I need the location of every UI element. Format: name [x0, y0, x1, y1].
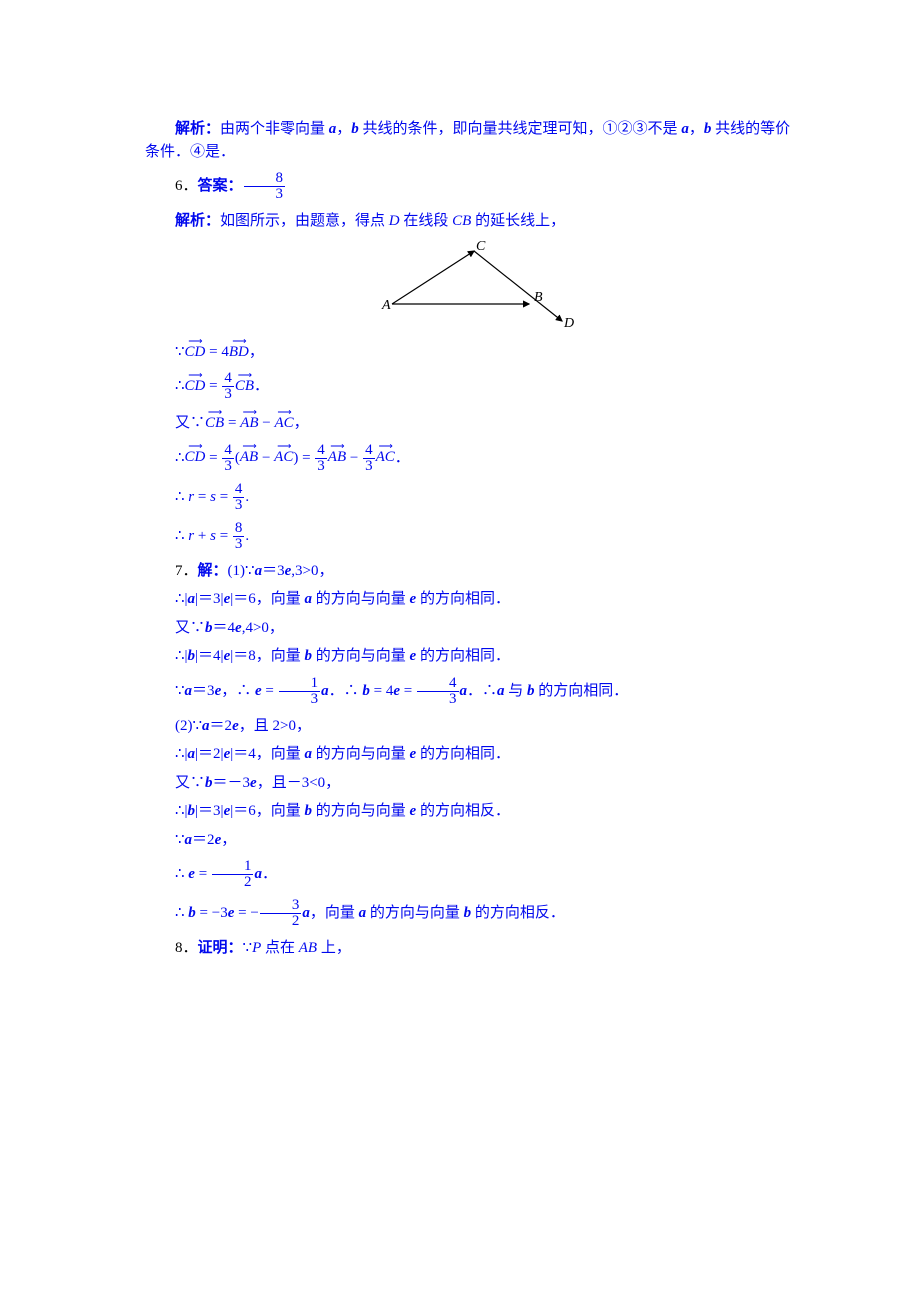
- svg-text:D: D: [563, 316, 574, 329]
- q7-p1-l2: ∴|a|＝3|e|＝6，向量 a 的方向与向量 e 的方向相同．: [145, 588, 802, 611]
- svg-text:C: C: [476, 239, 486, 254]
- svg-text:A: A: [381, 298, 391, 313]
- q7-p2-l5: ∵a＝2e，: [145, 829, 802, 852]
- q7-p1-l4: ∴|b|＝4|e|＝8，向量 b 的方向与向量 e 的方向相同．: [145, 645, 802, 668]
- q6-rs: ∴ r = s = 43.: [145, 482, 802, 513]
- svg-text:B: B: [534, 290, 543, 305]
- q6-diagram: A B C D: [145, 239, 802, 329]
- q7-p1-l3: 又∵b＝4e,4>0，: [145, 617, 802, 640]
- q7-p1-l5: ∵a＝3e，∴ e = 13a．∴ b = 4e = 43a．∴a 与 b 的方…: [145, 676, 802, 707]
- analysis-label: 解析：: [175, 121, 220, 137]
- q6-eq2: ∴⟶CD = 43⟶CB．: [145, 371, 802, 402]
- q6-analysis-intro: 解析：如图所示，由题意，得点 D 在线段 CB 的延长线上，: [145, 210, 802, 233]
- q7-p2-l2: ∴|a|＝2|e|＝4，向量 a 的方向与向量 e 的方向相同．: [145, 743, 802, 766]
- q7-p2-l1: (2)∵a＝2e，且 2>0，: [145, 715, 802, 738]
- q6-eq1: ∵⟶CD = 4⟶BD，: [145, 339, 802, 364]
- q7-p2-l6: ∴ e = 12a．: [145, 859, 802, 890]
- q6-answer: 6．答案：83: [145, 171, 802, 202]
- q7-p1-l1: 7．解：(1)∵a＝3e,3>0，: [145, 560, 802, 583]
- q7-p2-l3: 又∵b＝－3e，且－3<0，: [145, 772, 802, 795]
- q6-eq4: ∴⟶CD = 43(⟶AB − ⟶AC) = 43⟶AB − 43⟶AC．: [145, 443, 802, 474]
- q6-eq3: 又∵⟶CB = ⟶AB − ⟶AC，: [145, 410, 802, 435]
- q7-p2-l7: ∴ b = −3e = −32a，向量 a 的方向与向量 b 的方向相反．: [145, 898, 802, 929]
- q8-line: 8．证明：∵P 点在 AB 上，: [145, 937, 802, 960]
- q6-sum: ∴ r + s = 83.: [145, 521, 802, 552]
- q7-p2-l4: ∴|b|＝3|e|＝6，向量 b 的方向与向量 e 的方向相反．: [145, 800, 802, 823]
- q5-analysis-line1: 解析：由两个非零向量 a，b 共线的条件，即向量共线定理可知，①②③不是 a，b…: [145, 118, 802, 163]
